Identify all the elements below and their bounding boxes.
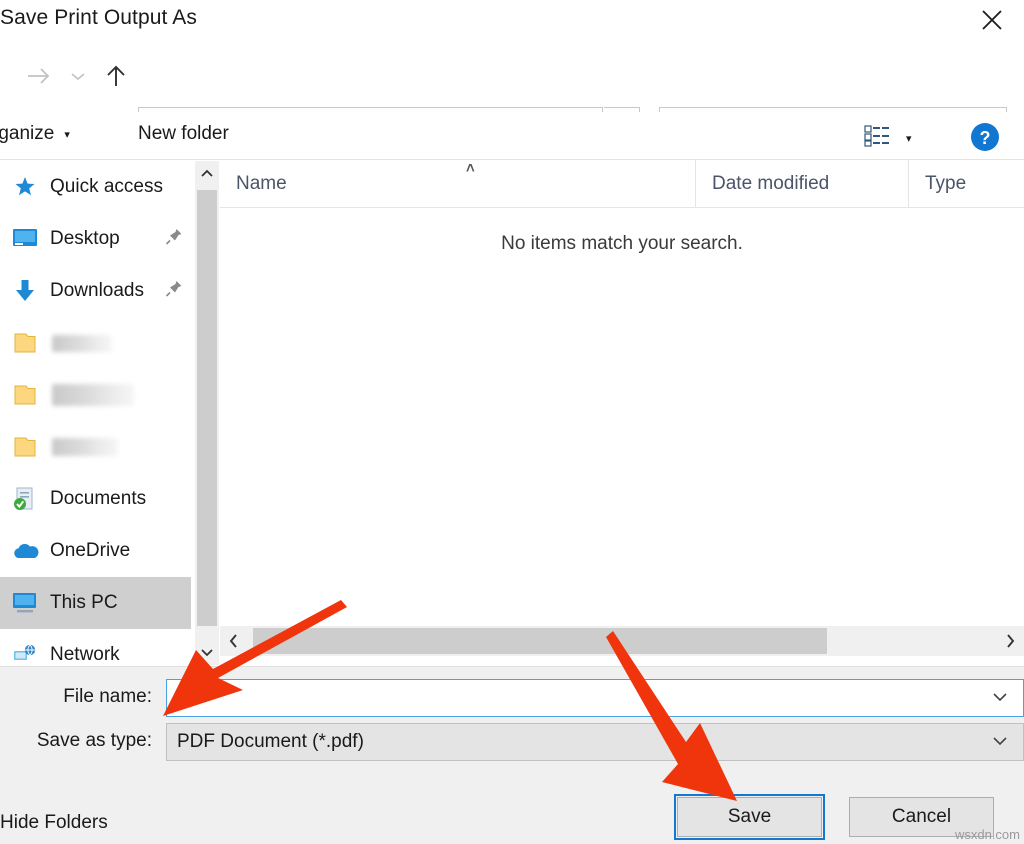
- star-icon: [8, 172, 42, 202]
- scrollbar-thumb[interactable]: [253, 628, 827, 654]
- empty-state-message: No items match your search.: [220, 233, 1024, 255]
- sidebar-item-label: Documents: [50, 488, 146, 510]
- sidebar-item-this-pc[interactable]: This PC: [0, 577, 191, 629]
- pin-icon[interactable]: [165, 228, 183, 251]
- sidebar-item-downloads[interactable]: Downloads: [0, 265, 191, 317]
- scroll-down-button[interactable]: [195, 639, 219, 665]
- sidebar-item-label-blurred: [52, 335, 112, 352]
- chevron-down-icon[interactable]: [991, 690, 1009, 707]
- network-icon: [8, 640, 42, 665]
- chevron-down-icon: [69, 69, 87, 88]
- chevron-down-icon: [200, 647, 214, 657]
- hide-folders-button[interactable]: ▴ Hide Folders: [0, 812, 108, 834]
- close-icon: [979, 7, 1005, 33]
- chevron-down-icon: ▾: [64, 128, 70, 141]
- sidebar-item-onedrive[interactable]: OneDrive: [0, 525, 191, 577]
- sidebar-item-label-blurred: [52, 384, 134, 406]
- file-name-label: File name:: [0, 686, 152, 708]
- sidebar-item-documents[interactable]: Documents: [0, 473, 191, 525]
- column-header-date-modified[interactable]: Date modified: [695, 160, 908, 207]
- sidebar-item-label: Desktop: [50, 228, 120, 250]
- title-bar: Save Print Output As: [0, 0, 1024, 46]
- hide-folders-label: Hide Folders: [0, 812, 108, 834]
- file-list-horizontal-scrollbar[interactable]: [220, 626, 1024, 656]
- chevron-left-icon: [228, 633, 240, 649]
- page-title: Save Print Output As: [0, 6, 197, 30]
- svg-text:?: ?: [980, 128, 991, 148]
- scrollbar-thumb[interactable]: [197, 190, 217, 626]
- sidebar-item-quick-access[interactable]: Quick access: [0, 161, 191, 213]
- sidebar-item-label: OneDrive: [50, 540, 130, 562]
- scroll-right-button[interactable]: [996, 626, 1024, 656]
- recent-locations-button[interactable]: [66, 64, 90, 92]
- sidebar-scrollbar[interactable]: [195, 161, 219, 665]
- sidebar-item-label: Downloads: [50, 280, 144, 302]
- onedrive-icon: [8, 536, 42, 566]
- view-layout-icon: [864, 135, 890, 152]
- up-button[interactable]: [102, 64, 130, 92]
- sidebar-item-folder-2[interactable]: [0, 369, 191, 421]
- sidebar-item-folder-1[interactable]: [0, 317, 191, 369]
- chevron-right-icon: [1004, 633, 1016, 649]
- organize-button[interactable]: rganize ▾: [0, 123, 70, 145]
- chevron-down-icon[interactable]: [991, 734, 1009, 751]
- column-header-name[interactable]: Name ˄: [220, 160, 695, 207]
- command-bar: rganize ▾ New folder ▾: [0, 112, 1024, 160]
- pin-icon[interactable]: [165, 280, 183, 303]
- navigation-pane: Quick access Desktop: [0, 161, 191, 665]
- save-as-type-value: PDF Document (*.pdf): [177, 731, 364, 753]
- forward-button[interactable]: [24, 64, 54, 92]
- column-label: Date modified: [712, 173, 829, 195]
- chevron-up-icon: [200, 169, 214, 179]
- help-button[interactable]: ?: [970, 122, 1000, 157]
- download-icon: [8, 276, 42, 306]
- close-button[interactable]: [964, 0, 1020, 40]
- column-headers: Name ˄ Date modified Type: [220, 161, 1024, 208]
- scroll-left-button[interactable]: [220, 626, 248, 656]
- sidebar-item-label: Quick access: [50, 176, 163, 198]
- save-as-type-select[interactable]: PDF Document (*.pdf): [166, 723, 1024, 761]
- documents-icon: [8, 484, 42, 514]
- help-icon: ?: [970, 122, 1000, 152]
- file-name-input[interactable]: [166, 679, 1024, 717]
- this-pc-icon: [8, 588, 42, 618]
- view-dropdown-button[interactable]: ▾: [906, 132, 912, 145]
- arrow-up-icon: [104, 63, 128, 94]
- navigation-bar: › This PC › Desktop Search Desktop: [0, 50, 1024, 106]
- save-print-output-dialog: Save Print Output As: [0, 0, 1024, 844]
- file-list-pane: Name ˄ Date modified Type No items match…: [220, 161, 1024, 665]
- folder-icon: [8, 328, 42, 358]
- new-folder-button[interactable]: New folder: [138, 123, 229, 145]
- view-options-button[interactable]: [864, 124, 890, 153]
- sidebar-item-folder-3[interactable]: [0, 421, 191, 473]
- folder-icon: [8, 380, 42, 410]
- sidebar-item-label: This PC: [50, 592, 118, 614]
- sidebar-item-desktop[interactable]: Desktop: [0, 213, 191, 265]
- scroll-up-button[interactable]: [195, 161, 219, 187]
- column-header-type[interactable]: Type: [908, 160, 1024, 207]
- column-label: Name: [236, 173, 287, 195]
- sidebar-item-label: Network: [50, 644, 120, 665]
- organize-label: rganize: [0, 123, 54, 145]
- arrow-right-icon: [25, 65, 53, 92]
- save-as-type-label: Save as type:: [0, 730, 152, 752]
- sidebar-item-network[interactable]: Network: [0, 629, 191, 665]
- column-label: Type: [925, 173, 966, 195]
- folder-icon: [8, 432, 42, 462]
- watermark: wsxdn.com: [955, 827, 1020, 842]
- sort-ascending-icon: ˄: [466, 160, 475, 177]
- save-button[interactable]: Save: [677, 797, 822, 837]
- desktop-icon: [8, 224, 42, 254]
- sidebar-item-label-blurred: [52, 438, 118, 456]
